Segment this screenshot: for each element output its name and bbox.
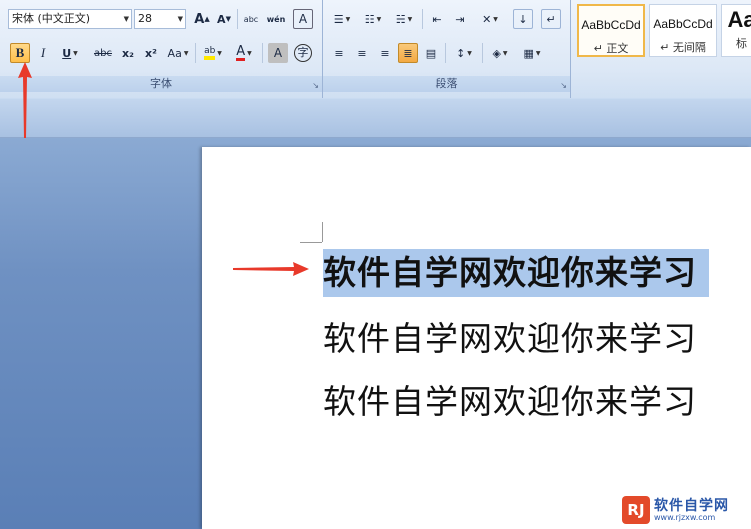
numbering-button[interactable]: ☷ ▼ bbox=[359, 9, 387, 29]
justify-icon: ≣ bbox=[403, 46, 413, 60]
borders-button[interactable]: ▦ ▼ bbox=[518, 43, 546, 63]
chevron-down-icon[interactable]: ▼ bbox=[377, 16, 382, 23]
increase-indent-icon: ⇥ bbox=[455, 12, 465, 26]
shrink-font-button[interactable]: A ▼ bbox=[214, 9, 234, 29]
arrow-down-icon: ▼ bbox=[225, 15, 231, 23]
grow-font-button[interactable]: A ▲ bbox=[192, 9, 212, 29]
subscript-button[interactable]: x₂ bbox=[118, 43, 138, 63]
font-group: 宋体 (中文正文) ▼ 28 ▼ A ▲ A ▼ abc wén A B I U… bbox=[0, 0, 323, 98]
dialog-launcher-icon[interactable]: ↘ bbox=[560, 81, 567, 90]
chevron-down-icon[interactable]: ▼ bbox=[536, 50, 541, 57]
style-normal[interactable]: AaBbCcDd ↵ 正文 bbox=[577, 4, 645, 57]
shading-button[interactable]: ◈ ▼ bbox=[486, 43, 514, 63]
separator bbox=[482, 43, 483, 63]
style-heading[interactable]: Aa 标 bbox=[721, 4, 751, 57]
increase-indent-button[interactable]: ⇥ bbox=[450, 9, 470, 29]
align-left-button[interactable]: ≡ bbox=[329, 43, 349, 63]
align-left-icon: ≡ bbox=[334, 46, 344, 60]
character-shading-button[interactable]: A bbox=[268, 43, 288, 63]
bullets-button[interactable]: ☰ ▼ bbox=[328, 9, 356, 29]
separator bbox=[262, 43, 263, 63]
chevron-down-icon[interactable]: ▼ bbox=[184, 50, 189, 57]
watermark-logo: RJ bbox=[622, 496, 650, 524]
border-grid-icon: ▦ bbox=[523, 46, 534, 60]
multilevel-list-icon: ☵ bbox=[395, 12, 406, 26]
align-right-icon: ≡ bbox=[380, 46, 390, 60]
annotation-arrow-up-icon bbox=[18, 62, 32, 138]
style-no-spacing[interactable]: AaBbCcDd ↵ 无间隔 bbox=[649, 4, 717, 57]
highlighter-icon: ab bbox=[204, 46, 216, 60]
chevron-down-icon[interactable]: ▼ bbox=[124, 10, 129, 28]
paint-bucket-icon: ◈ bbox=[492, 46, 501, 60]
align-right-button[interactable]: ≡ bbox=[375, 43, 395, 63]
font-name-value: 宋体 (中文正文) bbox=[12, 12, 91, 25]
enclose-characters-button[interactable]: 字 bbox=[293, 43, 313, 63]
font-size-value: 28 bbox=[138, 12, 152, 25]
align-center-icon: ≡ bbox=[357, 46, 367, 60]
character-border-button[interactable]: A bbox=[293, 9, 313, 29]
show-hide-marks-button[interactable]: ↵ bbox=[541, 9, 561, 29]
chinese-layout-button[interactable]: ✕ ▼ bbox=[476, 9, 504, 29]
paragraph-mark-icon: ↵ bbox=[546, 12, 556, 26]
separator bbox=[237, 9, 238, 29]
font-color-button[interactable]: A ▼ bbox=[230, 43, 258, 63]
clear-format-button[interactable]: abc bbox=[241, 9, 261, 29]
paragraph-group: ☰ ▼ ☷ ▼ ☵ ▼ ⇤ ⇥ ✕ ▼ ↓ ↵ ≡ ≡ ≡ ≣ ▤ ↕ ▼ ◈ … bbox=[323, 0, 571, 98]
chevron-down-icon[interactable]: ▼ bbox=[178, 10, 183, 28]
margin-crop-mark bbox=[300, 242, 322, 243]
sort-button[interactable]: ↓ bbox=[513, 9, 533, 29]
strikethrough-button[interactable]: abc bbox=[89, 43, 117, 63]
numbered-list-icon: ☷ bbox=[364, 12, 375, 26]
chevron-down-icon[interactable]: ▼ bbox=[73, 50, 78, 57]
phonetic-guide-button[interactable]: wén bbox=[266, 9, 286, 29]
dialog-launcher-icon[interactable]: ↘ bbox=[312, 81, 319, 90]
chevron-down-icon[interactable]: ▼ bbox=[247, 50, 252, 57]
chevron-down-icon[interactable]: ▼ bbox=[493, 16, 498, 23]
separator bbox=[195, 43, 196, 63]
font-group-label: 字体 bbox=[0, 76, 322, 92]
phonetic-guide-icon: wén bbox=[266, 14, 286, 24]
chevron-down-icon[interactable]: ▼ bbox=[346, 16, 351, 23]
chevron-down-icon[interactable]: ▼ bbox=[467, 50, 472, 57]
underline-button[interactable]: U ▼ bbox=[56, 43, 84, 63]
ribbon: 宋体 (中文正文) ▼ 28 ▼ A ▲ A ▼ abc wén A B I U… bbox=[0, 0, 751, 99]
ruler-strip bbox=[0, 99, 751, 138]
margin-crop-mark bbox=[322, 222, 323, 242]
justify-button[interactable]: ≣ bbox=[398, 43, 418, 63]
text-line[interactable]: 软件自学网欢迎你来学习 bbox=[323, 315, 697, 363]
distributed-button[interactable]: ▤ bbox=[421, 43, 441, 63]
italic-button[interactable]: I bbox=[33, 43, 53, 63]
arrow-up-icon: ▲ bbox=[204, 15, 210, 23]
styles-group: AaBbCcDd ↵ 正文 AaBbCcDd ↵ 无间隔 Aa 标 bbox=[571, 0, 751, 98]
separator bbox=[422, 9, 423, 29]
font-size-combo[interactable]: 28 ▼ bbox=[134, 9, 186, 29]
chinese-layout-icon: ✕ bbox=[482, 12, 492, 26]
align-center-button[interactable]: ≡ bbox=[352, 43, 372, 63]
watermark: RJ 软件自学网 www.rjzxw.com bbox=[620, 494, 751, 529]
distributed-align-icon: ▤ bbox=[425, 46, 437, 60]
bold-button[interactable]: B bbox=[10, 43, 30, 63]
text-line[interactable]: 软件自学网欢迎你来学习 bbox=[323, 378, 697, 426]
text-highlight-button[interactable]: ab ▼ bbox=[199, 43, 227, 63]
line-spacing-button[interactable]: ↕ ▼ bbox=[450, 43, 478, 63]
bullet-list-icon: ☰ bbox=[333, 12, 344, 26]
paragraph-group-label: 段落 bbox=[323, 76, 570, 92]
chevron-down-icon[interactable]: ▼ bbox=[408, 16, 413, 23]
multilevel-list-button[interactable]: ☵ ▼ bbox=[390, 9, 418, 29]
watermark-brand: 软件自学网 bbox=[654, 498, 729, 514]
watermark-url: www.rjzxw.com bbox=[654, 513, 716, 522]
chevron-down-icon[interactable]: ▼ bbox=[217, 50, 222, 57]
eraser-icon: abc bbox=[243, 14, 259, 24]
separator bbox=[445, 43, 446, 63]
line-spacing-icon: ↕ bbox=[456, 46, 466, 60]
selected-text-line[interactable]: 软件自学网欢迎你来学习 bbox=[323, 249, 709, 297]
decrease-indent-icon: ⇤ bbox=[432, 12, 442, 26]
sort-icon: ↓ bbox=[518, 12, 528, 26]
font-name-combo[interactable]: 宋体 (中文正文) ▼ bbox=[8, 9, 132, 29]
superscript-button[interactable]: x² bbox=[141, 43, 161, 63]
annotation-arrow-right-icon bbox=[233, 262, 309, 276]
change-case-button[interactable]: Aa ▼ bbox=[164, 43, 192, 63]
chevron-down-icon[interactable]: ▼ bbox=[503, 50, 508, 57]
decrease-indent-button[interactable]: ⇤ bbox=[427, 9, 447, 29]
